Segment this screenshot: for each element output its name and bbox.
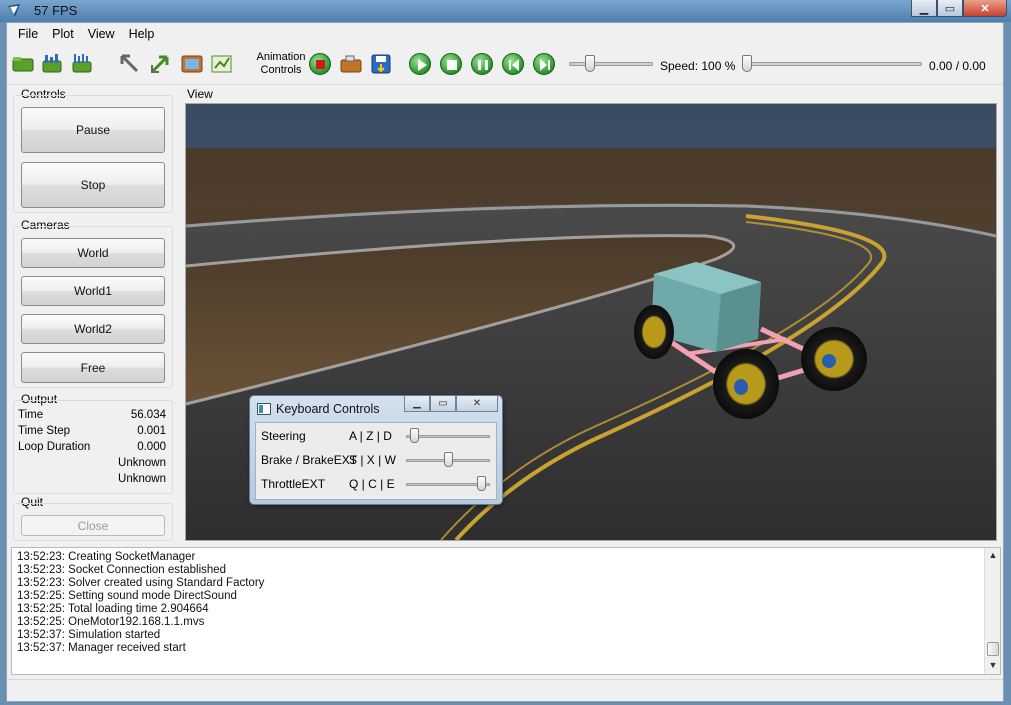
wheel-rear-left: [634, 305, 674, 359]
menu-plot[interactable]: Plot: [45, 25, 81, 43]
camera-world1-button[interactable]: World1: [21, 276, 165, 306]
close-icon[interactable]: ✕: [963, 0, 1007, 17]
menu-file[interactable]: File: [11, 25, 45, 43]
output-row-unknown-2: Unknown: [118, 473, 166, 485]
step-forward-icon: [540, 59, 550, 71]
load-plot-icon[interactable]: [40, 53, 64, 75]
screenshot-icon[interactable]: [180, 53, 204, 75]
stop-anim-button[interactable]: [440, 53, 462, 75]
speed-slider[interactable]: [742, 62, 922, 66]
output-row-unknown-1: Unknown: [118, 457, 166, 469]
log-line: 13:52:23: Socket Connection established: [17, 564, 227, 576]
keyboard-controls-title: Keyboard Controls: [276, 402, 380, 416]
camera-free-button[interactable]: Free: [21, 352, 165, 383]
progress-slider[interactable]: [569, 62, 653, 66]
keyboard-window-buttons: ▁ ▭ ✕: [404, 396, 498, 412]
step-back-icon: [509, 59, 519, 71]
brake-slider-thumb[interactable]: [443, 452, 453, 467]
keyboard-controls-window[interactable]: Keyboard Controls ▁ ▭ ✕ Steering A | Z |…: [249, 395, 503, 505]
output-row-loop: Loop Duration 0.000: [18, 441, 166, 453]
window-titlebar[interactable]: 57 FPS ▁ ▭ ✕: [0, 0, 1011, 22]
arrow-tool-icon[interactable]: [118, 53, 142, 75]
menu-view[interactable]: View: [81, 25, 122, 43]
output-row-time: Time 56.034: [18, 409, 166, 421]
minimize-icon[interactable]: ▁: [404, 396, 430, 412]
play-button[interactable]: [409, 53, 431, 75]
log-line: 13:52:37: Simulation started: [17, 629, 161, 641]
output-row-timestep: Time Step 0.001: [18, 425, 166, 437]
scroll-up-icon[interactable]: ▲: [985, 550, 1001, 564]
log-line: 13:52:23: Solver created using Standard …: [17, 577, 265, 589]
play-icon: [418, 59, 427, 71]
minimize-icon[interactable]: ▁: [911, 0, 937, 17]
log-line: 13:52:25: OneMotor192.168.1.1.mvs: [17, 616, 205, 628]
close-button[interactable]: Close: [21, 515, 165, 536]
animation-controls-label: Animation Controls: [256, 51, 306, 76]
camera-world2-button[interactable]: World2: [21, 314, 165, 344]
progress-slider-thumb[interactable]: [585, 55, 596, 72]
status-bar: [7, 679, 1003, 701]
camera-world-button[interactable]: World: [21, 238, 165, 268]
menu-bar: File Plot View Help: [7, 23, 1003, 45]
brake-keys: S | X | W: [349, 453, 396, 467]
speed-slider-thumb[interactable]: [742, 55, 752, 72]
steering-label: Steering: [261, 429, 306, 443]
throttle-slider-thumb[interactable]: [477, 476, 487, 491]
step-back-button[interactable]: [502, 53, 524, 75]
log-line: 13:52:25: Setting sound mode DirectSound: [17, 590, 237, 602]
toolbar: Animation Controls Speed: 100 % 0.00 / 0…: [7, 45, 1003, 85]
main-window: File Plot View Help Animation Controls S…: [6, 22, 1004, 702]
steering-slider-thumb[interactable]: [409, 428, 419, 443]
save-icon[interactable]: [369, 53, 393, 75]
log-line: 13:52:25: Total loading time 2.904664: [17, 603, 209, 615]
image-edit-icon[interactable]: [210, 53, 234, 75]
camera-export-icon[interactable]: [339, 53, 363, 75]
app-logo-icon: [8, 4, 20, 17]
log-scrollbar[interactable]: ▲ ▼: [984, 548, 1000, 674]
keyboard-controls-body: Steering A | Z | D Brake / BrakeEXT S | …: [255, 422, 497, 500]
multi-plot-icon[interactable]: [70, 53, 94, 75]
pause-anim-button[interactable]: [471, 53, 493, 75]
window-title: 57 FPS: [34, 3, 78, 18]
menu-help[interactable]: Help: [122, 25, 162, 43]
pause-icon: [478, 60, 488, 70]
transform-tool-icon[interactable]: [148, 53, 172, 75]
window-buttons: ▁ ▭ ✕: [911, 0, 1007, 18]
log-line: 13:52:37: Manager received start: [17, 642, 186, 654]
throttle-label: ThrottleEXT: [261, 477, 326, 491]
time-readout: 0.00 / 0.00: [929, 59, 986, 73]
scrollbar-thumb[interactable]: [987, 642, 999, 656]
stop-icon: [447, 60, 457, 70]
speed-label: Speed: 100 %: [660, 59, 736, 73]
log-line: 13:52:23: Creating SocketManager: [17, 551, 196, 563]
stop-button[interactable]: Stop: [21, 162, 165, 208]
pause-button[interactable]: Pause: [21, 107, 165, 153]
throttle-keys: Q | C | E: [349, 477, 395, 491]
close-icon[interactable]: ✕: [456, 396, 498, 412]
brake-label: Brake / BrakeEXT: [261, 453, 358, 467]
scroll-down-icon[interactable]: ▼: [985, 660, 1001, 674]
maximize-icon[interactable]: ▭: [430, 396, 456, 412]
record-icon: [316, 60, 325, 69]
step-forward-button[interactable]: [533, 53, 555, 75]
maximize-icon[interactable]: ▭: [937, 0, 963, 17]
view-title: View: [187, 87, 213, 101]
record-button[interactable]: [309, 53, 331, 75]
window-app-icon: [257, 403, 271, 415]
open-folder-icon[interactable]: [11, 53, 35, 75]
log-console[interactable]: 13:52:23: Creating SocketManager 13:52:2…: [11, 547, 1001, 675]
steering-keys: A | Z | D: [349, 429, 392, 443]
